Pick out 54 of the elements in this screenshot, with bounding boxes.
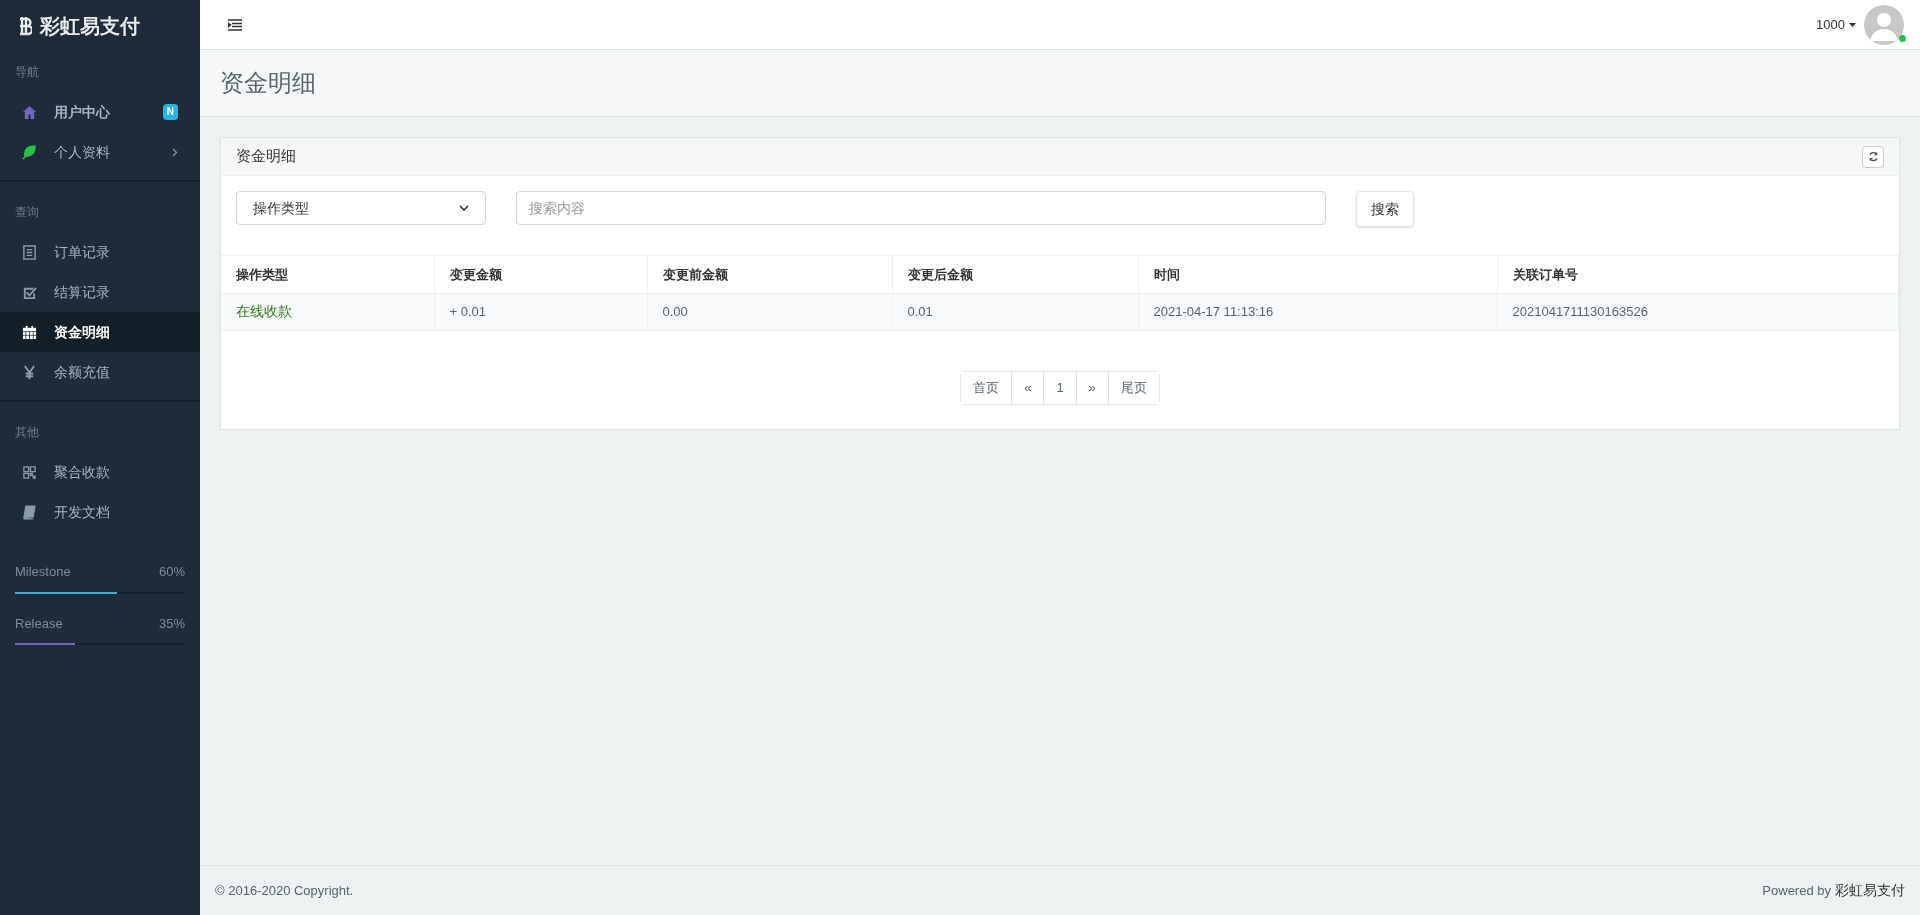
section-label: 查询	[14, 204, 40, 221]
sidebar-item[interactable]: 订单记录	[0, 232, 200, 272]
user-menu[interactable]: 1000	[1816, 14, 1856, 35]
caret-icon	[1849, 22, 1856, 27]
column-header: 变更金额	[434, 256, 647, 293]
refresh-button[interactable]	[1862, 145, 1884, 168]
sidebar-item[interactable]: 开发文档	[0, 492, 200, 532]
brand-title: 彩虹易支付	[40, 14, 140, 39]
column-header: 操作类型	[221, 256, 434, 293]
panel-title: 资金明细	[236, 146, 296, 167]
sidebar-item[interactable]: 用户中心 N	[0, 92, 200, 132]
sidebar-item[interactable]: 个人资料	[0, 132, 200, 172]
section-label: 导航	[14, 64, 40, 81]
yen-icon	[22, 364, 37, 380]
sidebar-item[interactable]: 结算记录	[0, 272, 200, 312]
table-cell: 2021041711130163526	[1497, 293, 1899, 330]
column-header: 变更前金额	[647, 256, 892, 293]
table-cell: 0.00	[647, 293, 892, 330]
page-title: 资金明细	[220, 68, 316, 98]
chevron-down-icon	[459, 205, 469, 211]
powered-by-text: Powered by	[1762, 882, 1831, 900]
footer-brand: 彩虹易支付	[1835, 881, 1905, 900]
sidebar-item[interactable]: 资金明细	[0, 312, 200, 352]
check-square-icon	[22, 284, 37, 300]
progress-value: 35%	[158, 614, 185, 633]
bitcoin-icon	[18, 16, 32, 36]
table-cell: 2021-04-17 11:13:16	[1138, 293, 1497, 330]
column-header: 关联订单号	[1497, 256, 1899, 293]
list-icon	[22, 244, 37, 260]
refresh-icon	[1867, 151, 1879, 162]
pagination-link[interactable]: 尾页	[1107, 371, 1159, 404]
sidebar-item[interactable]: 聚合收款	[0, 452, 200, 492]
search-button[interactable]: 搜索	[1356, 191, 1414, 227]
home-icon	[22, 104, 37, 120]
progress-label: Milestone	[15, 563, 71, 581]
calendar-icon	[22, 324, 37, 340]
menu-icon[interactable]	[228, 18, 242, 31]
section-label: 其他	[14, 424, 40, 441]
column-header: 变更后金额	[892, 256, 1138, 293]
table-cell: + 0.01	[434, 293, 647, 330]
chevron-right-icon	[172, 147, 178, 157]
search-field[interactable]: 搜索内容	[516, 191, 1326, 225]
column-header: 时间	[1138, 256, 1497, 293]
sidebar-item[interactable]: 余额充值	[0, 352, 200, 392]
qr-code-icon	[22, 464, 37, 480]
progress-value: 60%	[158, 563, 185, 581]
table-cell: 0.01	[892, 293, 1138, 330]
leaf-icon	[22, 144, 37, 160]
table-cell: 在线收款	[221, 293, 434, 330]
new-badge: N	[162, 104, 178, 120]
progress-label: Release	[15, 614, 63, 633]
book-icon	[22, 504, 37, 520]
copyright-text: © 2016-2020 Copyright.	[215, 881, 354, 900]
type-select[interactable]: 操作类型	[236, 191, 486, 225]
